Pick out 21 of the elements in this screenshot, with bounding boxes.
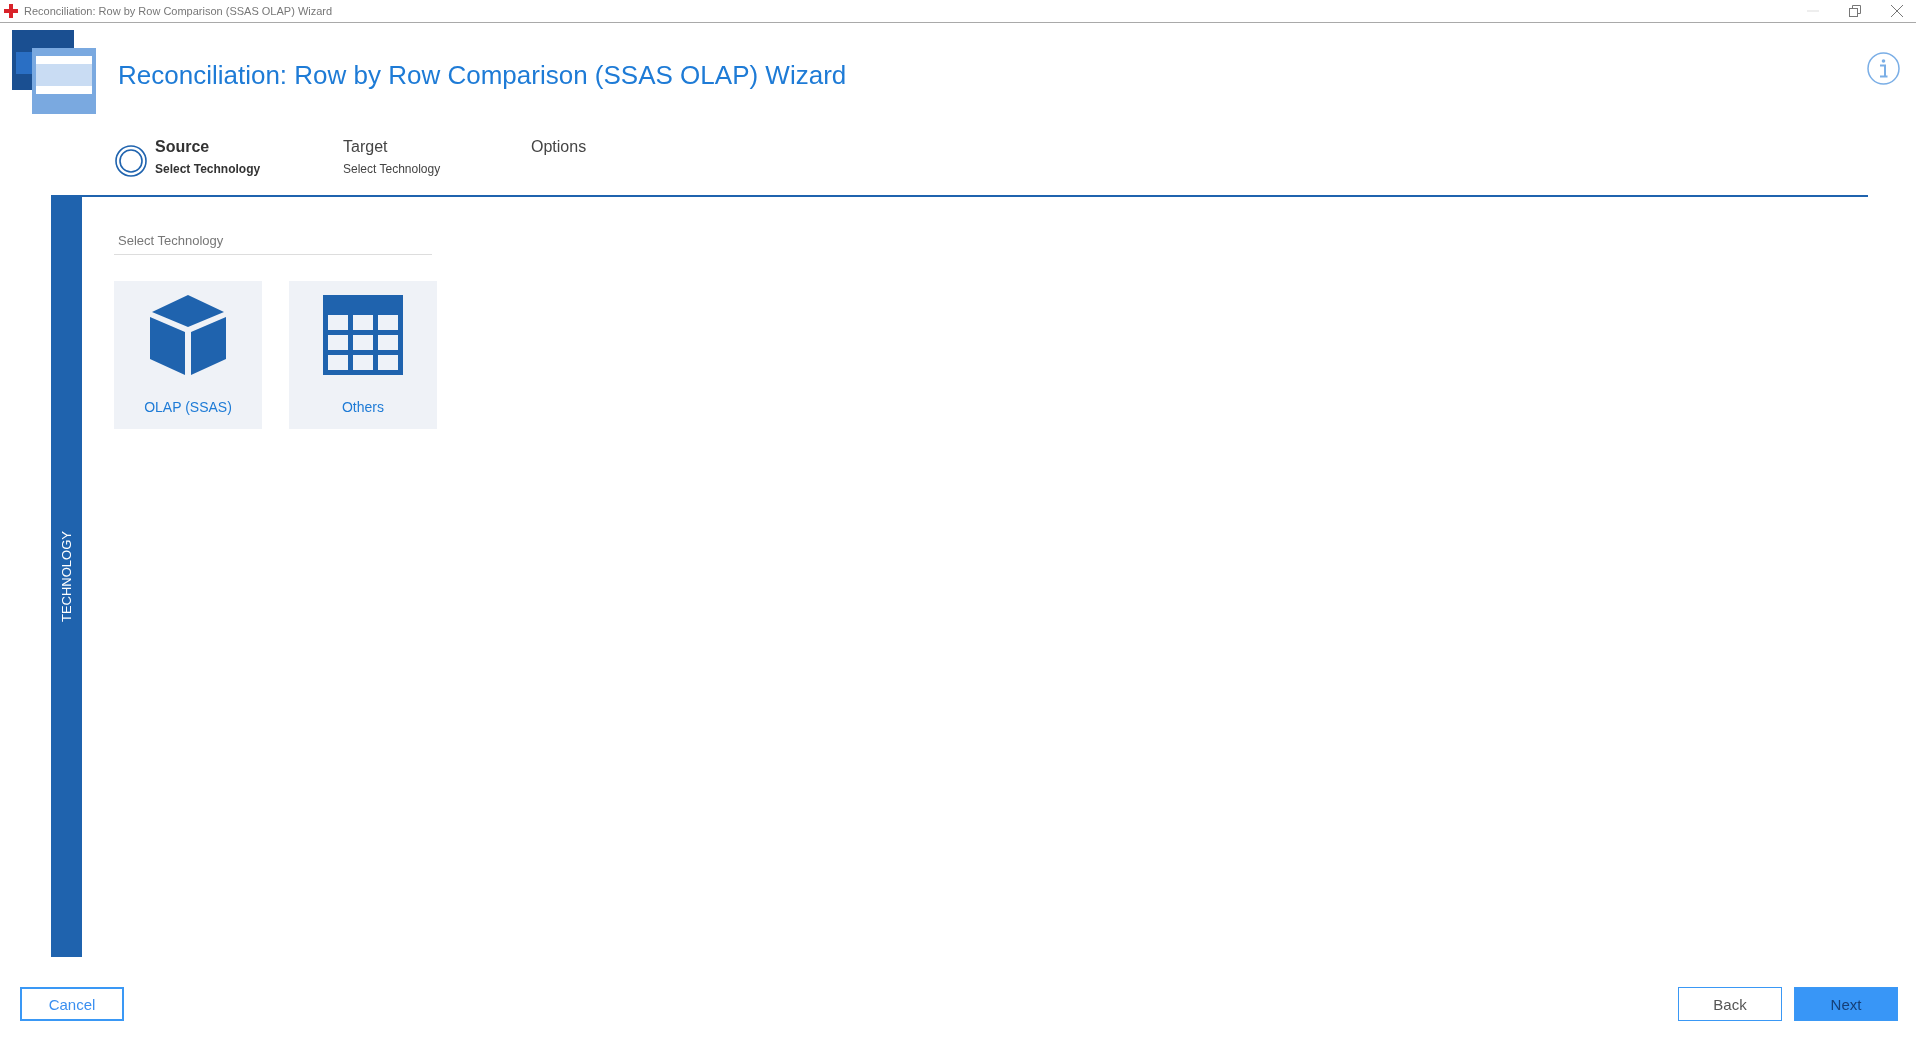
step-title: Source — [155, 138, 211, 156]
section-label: Select Technology — [114, 233, 432, 255]
step-subtitle: Select Technology — [343, 162, 441, 176]
step-title: Target — [343, 138, 389, 156]
window-logo-icon — [12, 29, 96, 114]
wizard-button[interactable]: Next — [1794, 987, 1898, 1021]
sidebar-label: TECHNOLOGY — [59, 531, 74, 623]
restore-icon[interactable] — [1846, 2, 1864, 20]
wizard-button[interactable]: Cancel — [20, 987, 124, 1021]
table-icon — [323, 295, 403, 375]
technology-tile[interactable]: Others — [289, 281, 437, 429]
info-icon[interactable] — [1867, 52, 1900, 85]
step-subtitle: Select Technology — [155, 162, 261, 176]
wizard-button[interactable]: Back — [1678, 987, 1782, 1021]
window-title: Reconciliation: Row by Row Comparison (SSAS OLAP) Wizard — [24, 5, 333, 17]
close-icon[interactable] — [1888, 2, 1906, 20]
technology-tile[interactable]: OLAP (SSAS) — [114, 281, 262, 429]
cube-icon — [150, 295, 226, 375]
wizard-title: Reconciliation: Row by Row Comparison (SSAS OLAP) Wizard — [118, 60, 847, 91]
app-icon — [4, 4, 18, 18]
step-title: Options — [531, 138, 587, 156]
